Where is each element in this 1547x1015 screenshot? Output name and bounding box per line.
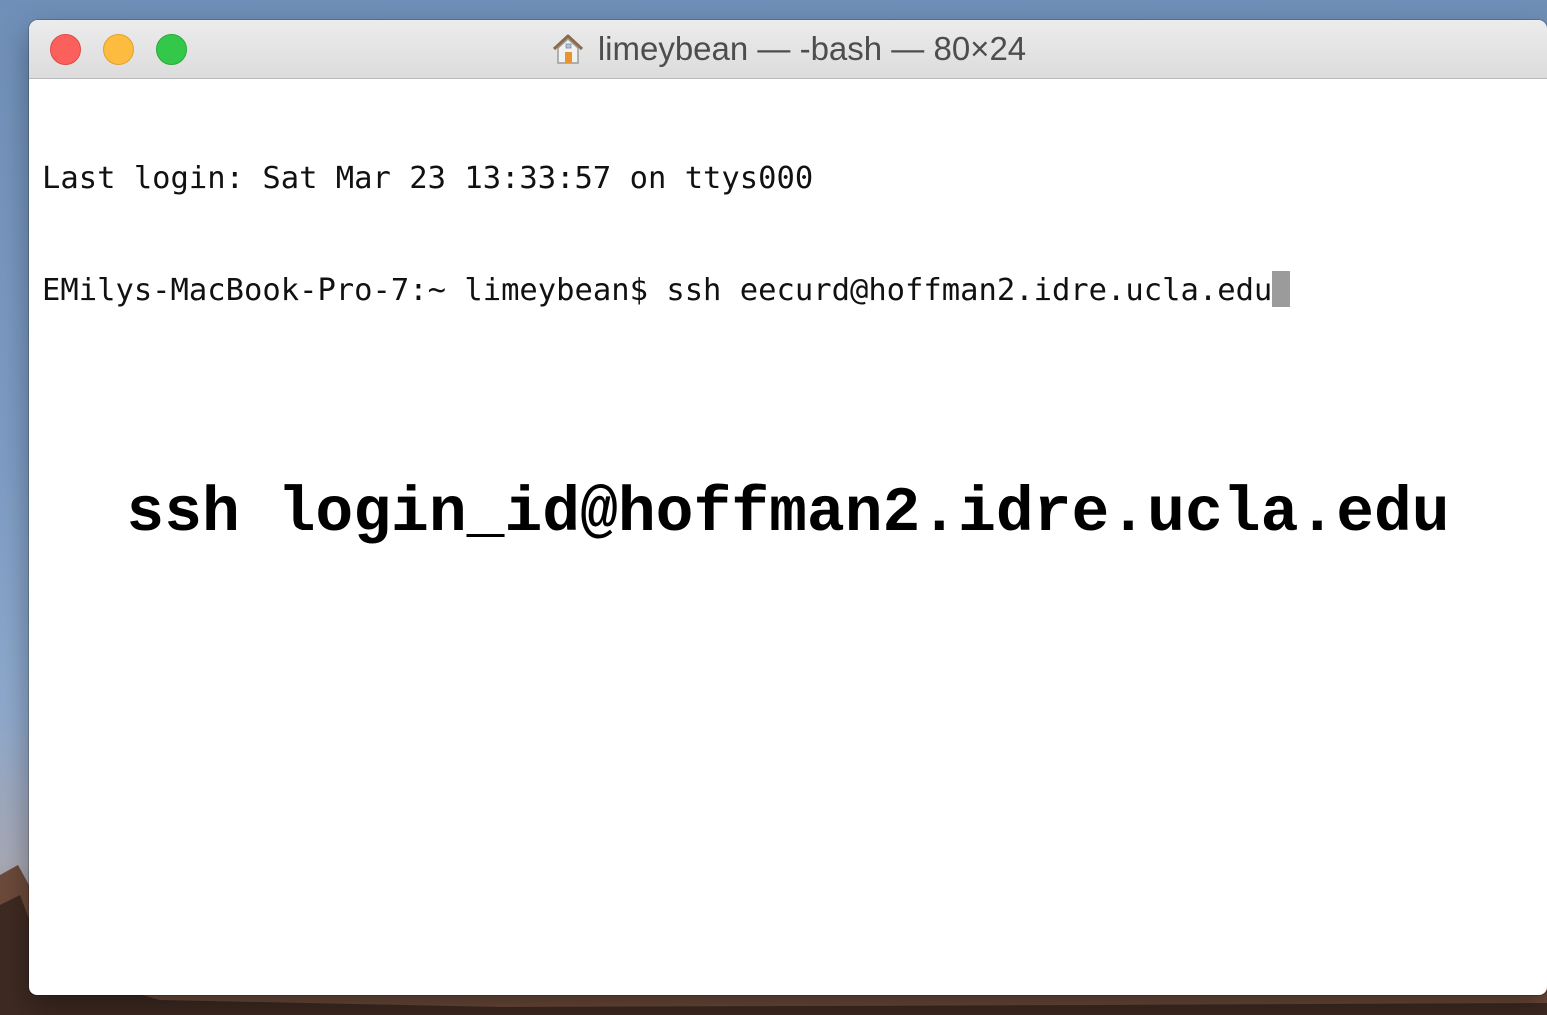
terminal-window: limeybean — -bash — 80×24 Last login: Sa…: [29, 20, 1547, 995]
window-title: limeybean — -bash — 80×24: [29, 20, 1547, 78]
home-icon: [552, 34, 583, 64]
terminal-line-prompt: EMilys-MacBook-Pro-7:~ limeybean$ ssh ee…: [42, 271, 1547, 309]
terminal-line-last-login: Last login: Sat Mar 23 13:33:57 on ttys0…: [42, 161, 814, 196]
prompt-command-text: EMilys-MacBook-Pro-7:~ limeybean$ ssh ee…: [42, 273, 1273, 308]
text-cursor: [1272, 271, 1291, 307]
title-bar[interactable]: limeybean — -bash — 80×24: [29, 20, 1547, 79]
terminal-output[interactable]: Last login: Sat Mar 23 13:33:57 on ttys0…: [42, 86, 1547, 383]
window-title-text: limeybean — -bash — 80×24: [597, 30, 1027, 67]
overlay-instruction: ssh login_id@hoffman2.idre.ucla.edu: [126, 478, 1450, 549]
